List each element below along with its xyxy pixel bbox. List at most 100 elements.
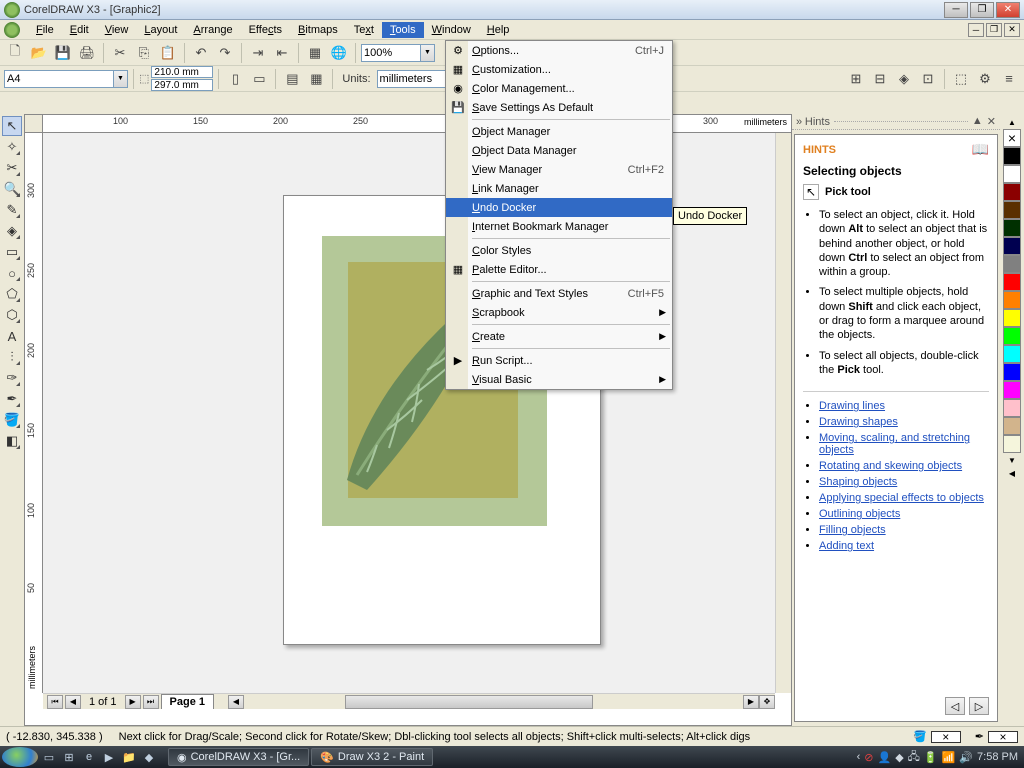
menu-item-run-script[interactable]: ▶Run Script... — [446, 351, 672, 370]
palette-down-button[interactable]: ▼ — [1003, 454, 1021, 466]
color-swatch[interactable] — [1003, 273, 1021, 291]
color-swatch[interactable] — [1003, 255, 1021, 273]
color-swatch[interactable] — [1003, 219, 1021, 237]
color-swatch[interactable] — [1003, 165, 1021, 183]
tray-security-icon[interactable]: ⊘ — [864, 751, 873, 764]
menu-item-color-styles[interactable]: Color Styles — [446, 241, 672, 260]
snap-guide-button[interactable]: ⊟ — [869, 68, 891, 90]
rectangle-tool[interactable]: ▭ — [2, 242, 22, 262]
scroll-left-button[interactable]: ◀ — [228, 695, 244, 709]
hints-docker-tab[interactable]: » Hints ▲ ✕ — [792, 114, 1000, 130]
ie-icon[interactable]: e — [80, 748, 98, 766]
undo-button[interactable]: ↶ — [190, 42, 212, 64]
corel-online-button[interactable]: 🌐 — [328, 42, 350, 64]
color-swatch[interactable] — [1003, 363, 1021, 381]
show-desktop-icon[interactable]: ▭ — [40, 748, 58, 766]
menu-arrange[interactable]: Arrange — [185, 22, 240, 38]
prev-page-button[interactable]: ◀ — [65, 695, 81, 709]
tray-volume-icon[interactable]: 🔊 — [959, 751, 973, 764]
menu-item-view-manager[interactable]: View ManagerCtrl+F2 — [446, 160, 672, 179]
color-swatch[interactable] — [1003, 309, 1021, 327]
basic-shapes-tool[interactable]: ⬡ — [2, 305, 22, 325]
menu-item-undo-docker[interactable]: Undo Docker — [446, 198, 672, 217]
app-launcher-button[interactable]: ▦ — [304, 42, 326, 64]
color-swatch[interactable] — [1003, 345, 1021, 363]
palette-flyout-button[interactable]: ◀ — [1003, 467, 1021, 479]
export-button[interactable]: ⇤ — [271, 42, 293, 64]
start-button[interactable] — [2, 747, 38, 767]
paper-size-input[interactable] — [4, 70, 114, 88]
menu-file[interactable]: File — [28, 22, 62, 38]
options-button[interactable]: ⚙ — [974, 68, 996, 90]
menu-help[interactable]: Help — [479, 22, 518, 38]
color-swatch[interactable] — [1003, 237, 1021, 255]
minimize-button[interactable]: ─ — [944, 2, 968, 18]
hints-link[interactable]: Rotating and skewing objects — [819, 460, 962, 472]
zoom-combo[interactable]: ▼ — [361, 44, 435, 62]
docker-collapse-icon[interactable]: ▲ — [972, 115, 983, 128]
paper-dropdown-button[interactable]: ▼ — [114, 70, 128, 88]
color-swatch[interactable] — [1003, 147, 1021, 165]
menu-window[interactable]: Window — [424, 22, 479, 38]
hints-link[interactable]: Shaping objects — [819, 476, 897, 488]
page-height-input[interactable] — [151, 79, 213, 91]
color-swatch[interactable] — [1003, 381, 1021, 399]
pick-tool[interactable]: ↖ — [2, 116, 22, 136]
tray-app-icon[interactable]: ◆ — [895, 751, 903, 764]
mdi-close-button[interactable]: ✕ — [1004, 23, 1020, 37]
next-page-button[interactable]: ▶ — [125, 695, 141, 709]
interactive-blend-tool[interactable]: ⫶ — [2, 347, 22, 367]
docker-close-icon[interactable]: ✕ — [987, 115, 996, 128]
tray-wifi-icon[interactable]: 📶 — [942, 751, 956, 764]
menu-item-options[interactable]: ⚙Options...Ctrl+J — [446, 41, 672, 60]
color-swatch[interactable] — [1003, 201, 1021, 219]
ellipse-tool[interactable]: ○ — [2, 263, 22, 283]
taskbar-paint[interactable]: 🎨Draw X3 2 - Paint — [311, 748, 433, 766]
hints-link[interactable]: Filling objects — [819, 524, 886, 536]
ruler-origin[interactable] — [25, 115, 43, 133]
color-swatch[interactable] — [1003, 291, 1021, 309]
landscape-button[interactable]: ▭ — [248, 68, 270, 90]
outline-tool[interactable]: ✒ — [2, 389, 22, 409]
menu-item-visual-basic[interactable]: Visual Basic▶ — [446, 370, 672, 389]
cut-button[interactable]: ✂ — [109, 42, 131, 64]
hints-link[interactable]: Moving, scaling, and stretching objects — [819, 432, 970, 456]
color-swatch[interactable] — [1003, 183, 1021, 201]
dynamic-guides-button[interactable]: ⊡ — [917, 68, 939, 90]
vertical-scrollbar[interactable] — [775, 133, 791, 693]
mdi-restore-button[interactable]: ❐ — [986, 23, 1002, 37]
outline-indicator[interactable] — [988, 731, 1018, 743]
zoom-input[interactable] — [361, 44, 421, 62]
paper-size-combo[interactable]: ▼ — [4, 70, 128, 88]
media-player-icon[interactable]: ▶ — [100, 748, 118, 766]
treat-as-filled-button[interactable]: ⬚ — [950, 68, 972, 90]
import-button[interactable]: ⇥ — [247, 42, 269, 64]
tray-battery-icon[interactable]: 🔋 — [924, 751, 938, 764]
menu-item-customization[interactable]: ▦Customization... — [446, 60, 672, 79]
hints-back-button[interactable]: ◁ — [945, 697, 965, 715]
hints-link[interactable]: Drawing lines — [819, 400, 885, 412]
close-button[interactable]: ✕ — [996, 2, 1020, 18]
text-tool[interactable]: A — [2, 326, 22, 346]
tray-clock[interactable]: 7:58 PM — [977, 751, 1018, 763]
align-button[interactable]: ≡ — [998, 68, 1020, 90]
menu-tools[interactable]: Tools — [382, 22, 424, 38]
menu-item-graphic-and-text-styles[interactable]: Graphic and Text StylesCtrl+F5 — [446, 284, 672, 303]
menu-item-create[interactable]: Create▶ — [446, 327, 672, 346]
palette-up-button[interactable]: ▲ — [1003, 116, 1021, 128]
new-button[interactable]: 🗋 — [4, 42, 26, 64]
hints-forward-button[interactable]: ▷ — [969, 697, 989, 715]
save-button[interactable]: 💾 — [52, 42, 74, 64]
menu-item-palette-editor[interactable]: ▦Palette Editor... — [446, 260, 672, 279]
menu-item-internet-bookmark-manager[interactable]: Internet Bookmark Manager — [446, 217, 672, 236]
menu-effects[interactable]: Effects — [241, 22, 290, 38]
hints-book-icon[interactable]: 📖 — [972, 141, 989, 158]
app-icon[interactable]: ◆ — [140, 748, 158, 766]
menu-item-scrapbook[interactable]: Scrapbook▶ — [446, 303, 672, 322]
fill-indicator[interactable] — [931, 731, 961, 743]
menu-item-object-data-manager[interactable]: Object Data Manager — [446, 141, 672, 160]
freehand-tool[interactable]: ✎ — [2, 200, 22, 220]
color-swatch[interactable] — [1003, 435, 1021, 453]
horizontal-scrollbar[interactable] — [246, 695, 741, 709]
hints-link[interactable]: Outlining objects — [819, 508, 900, 520]
